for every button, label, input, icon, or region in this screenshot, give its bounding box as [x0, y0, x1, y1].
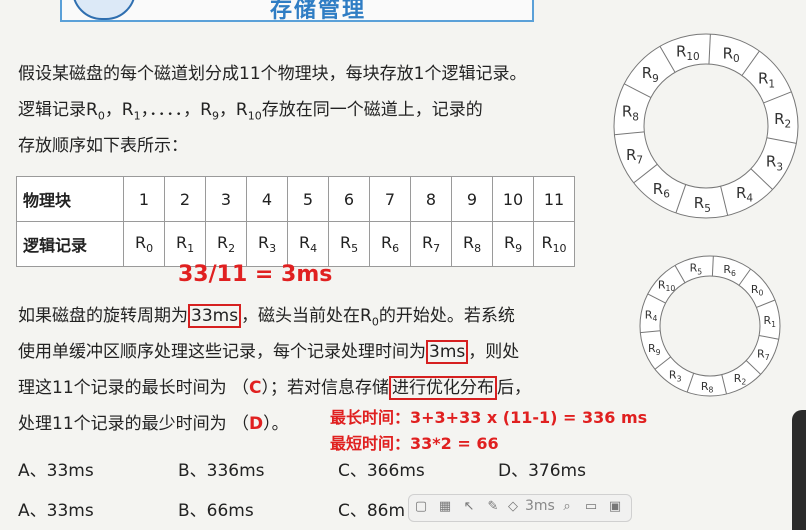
present-icon[interactable]: ▣ — [607, 499, 623, 515]
table-cell: R6 — [369, 221, 411, 267]
table-cell: 9 — [451, 176, 493, 222]
table-cell: R5 — [328, 221, 370, 267]
table-cell: R10 — [533, 221, 575, 267]
table-cell: R7 — [410, 221, 452, 267]
pointer-icon[interactable]: ↖ — [461, 499, 477, 515]
table-row: 逻辑记录 R0 R1 R2 R3 R4 R5 R6 R7 R8 R9 R10 — [16, 221, 575, 267]
highlight-box: 3ms — [426, 340, 469, 364]
record-table: 物理块 1 2 3 4 5 6 7 8 9 10 11 逻辑记录 R0 R1 R… — [16, 176, 575, 267]
row-header-block: 物理块 — [16, 176, 124, 222]
annotation-formula: 33/11 = 3ms — [178, 262, 333, 287]
answer-mark: D — [249, 414, 264, 434]
table-cell: R8 — [451, 221, 493, 267]
page-title: 存储管理 — [270, 0, 367, 23]
note-max-time: 最长时间：3+3+33 x (11-1) = 336 ms — [330, 408, 648, 427]
answer-mark: C — [249, 378, 262, 398]
table-cell: 11 — [533, 176, 575, 222]
screen-icon[interactable]: ▢ — [413, 499, 429, 515]
slide-toolbar: ▢ ▦ ↖ ✎ ◇ 3ms ⌕ ▭ ▣ — [408, 494, 632, 522]
presenter-silhouette — [792, 410, 806, 530]
table-cell: R9 — [492, 221, 534, 267]
question-line-2: 使用单缓冲区顺序处理这些记录，每个记录处理时间为 3ms ，则处 — [18, 340, 520, 364]
table-cell: 8 — [410, 176, 452, 222]
layout-icon[interactable]: ▦ — [437, 499, 453, 515]
note-min-time: 最短时间：33*2 = 66 — [330, 434, 499, 453]
option-c: C、366ms — [338, 461, 425, 481]
search-icon[interactable]: ⌕ — [559, 499, 575, 515]
option-a: A、33ms — [18, 461, 94, 481]
table-cell: 3 — [205, 176, 247, 222]
option-c: C、86m — [338, 501, 406, 521]
option-d: D、376ms — [498, 461, 586, 481]
row-header-record: 逻辑记录 — [16, 221, 124, 267]
disk-diagram-top: R10 R0R1R2R3R4R5R6R7R8R9 — [613, 33, 799, 219]
option-b: B、66ms — [178, 501, 254, 521]
disk-diagram-bottom: R5 R6R0R1R7R2R8R3R9R4R10 — [639, 255, 781, 397]
table-cell: 7 — [369, 176, 411, 222]
table-cell: R1 — [164, 221, 206, 267]
highlight-box: 33ms — [188, 304, 242, 328]
table-cell: 6 — [328, 176, 370, 222]
pen-icon[interactable]: ✎ — [485, 499, 501, 515]
table-cell: 1 — [123, 176, 165, 222]
intro-line-1: 假设某磁盘的每个磁道划分成11个物理块，每块存放1个逻辑记录。 — [18, 64, 527, 84]
option-b: B、336ms — [178, 461, 265, 481]
table-row: 物理块 1 2 3 4 5 6 7 8 9 10 11 — [16, 176, 575, 222]
table-cell: 5 — [287, 176, 329, 222]
table-cell: R2 — [205, 221, 247, 267]
question-line-3: 理这11个记录的最长时间为 （C）；若对信息存储 进行优化分布 后， — [18, 376, 532, 400]
table-cell: R3 — [246, 221, 288, 267]
highlight-box: 进行优化分布 — [389, 376, 498, 400]
table-cell: R4 — [287, 221, 329, 267]
ring-inner — [643, 63, 769, 189]
intro-line-3: 存放顺序如下表所示： — [18, 136, 188, 156]
table-cell: 2 — [164, 176, 206, 222]
eraser-icon[interactable]: ◇ — [505, 499, 521, 515]
table-cell: R0 — [123, 221, 165, 267]
toolbar-label: 3ms — [525, 498, 555, 514]
table-cell: 10 — [492, 176, 534, 222]
question-line-4: 处理11个记录的最少时间为 （D）。 — [18, 414, 289, 434]
table-cell: 4 — [246, 176, 288, 222]
comment-icon[interactable]: ▭ — [583, 499, 599, 515]
option-a: A、33ms — [18, 501, 94, 521]
